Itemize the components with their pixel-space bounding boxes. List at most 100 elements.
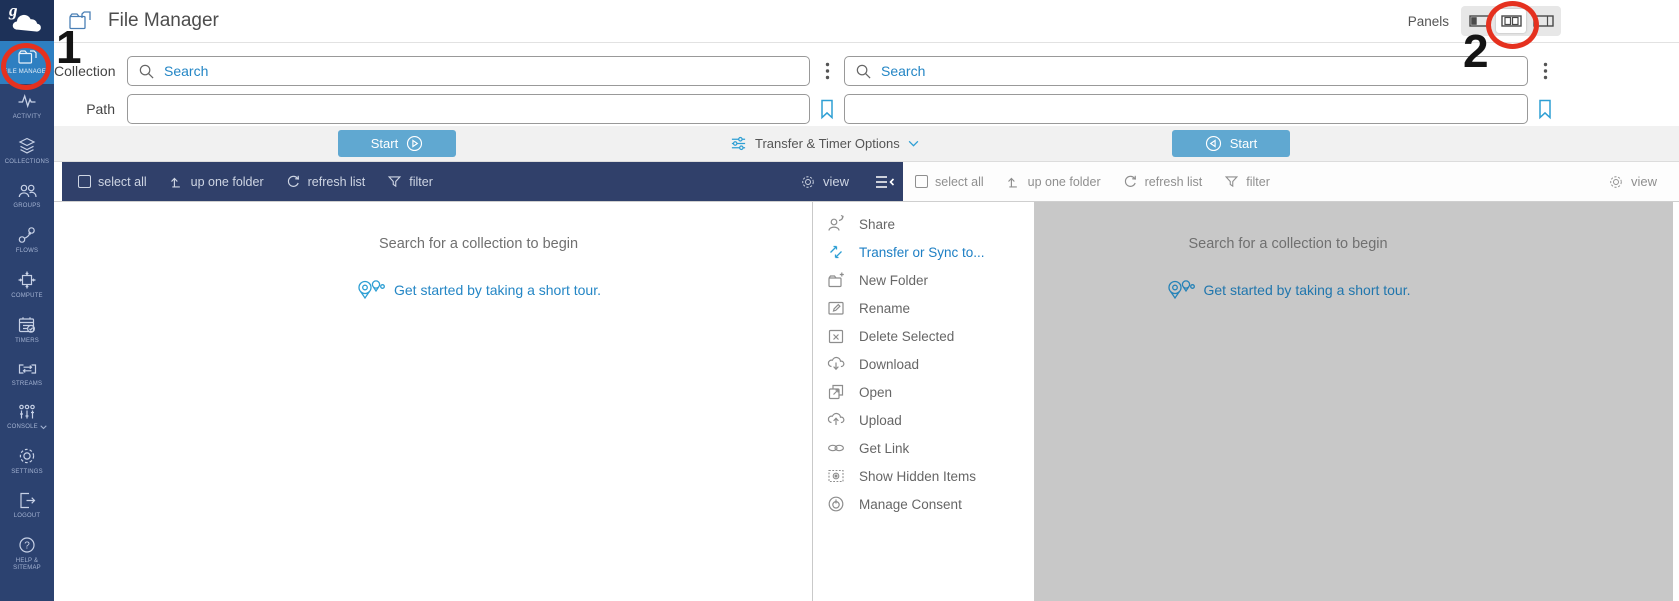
collapse-menu-button[interactable] <box>875 174 895 190</box>
bookmark-icon <box>1537 99 1553 120</box>
sidebar-item-label: GROUPS <box>13 203 40 210</box>
tour-link-right[interactable]: Get started by taking a short tour. <box>1166 278 1411 302</box>
new-folder-icon <box>826 270 846 290</box>
content-row: Search for a collection to begin Get sta… <box>54 202 1679 601</box>
sidebar-item-streams[interactable]: STREAMS <box>0 353 54 396</box>
delete-icon <box>826 326 846 346</box>
start-transfer-left-button[interactable]: Start <box>338 130 456 157</box>
dual-panel-button[interactable] <box>1496 9 1526 33</box>
view-label: view <box>823 174 849 189</box>
tour-pins-icon <box>356 278 386 302</box>
sidebar-item-logout[interactable]: LOGOUT <box>0 484 54 528</box>
sidebar-item-collections[interactable]: COLLECTIONS <box>0 129 54 174</box>
sidebar-item-compute[interactable]: COMPUTE <box>0 263 54 308</box>
menu-item-download[interactable]: Download <box>813 350 1034 378</box>
menu-item-share[interactable]: Share <box>813 210 1034 238</box>
toolbar-row: select all up one folder refresh list fi… <box>54 162 1679 202</box>
transfer-timer-options[interactable]: Transfer & Timer Options <box>730 126 919 161</box>
menu-item-upload[interactable]: Upload <box>813 406 1034 434</box>
toolbar-right: select all up one folder refresh list fi… <box>903 162 1679 201</box>
menu-item-manage-consent[interactable]: Manage Consent <box>813 490 1034 518</box>
sidebar-item-groups[interactable]: GROUPS <box>0 174 54 218</box>
view-button-left[interactable]: view <box>800 174 849 190</box>
select-all-checkbox[interactable] <box>915 175 928 188</box>
bookmark-button-left[interactable] <box>810 99 844 120</box>
globus-logo[interactable]: g <box>0 0 54 41</box>
select-all-left[interactable]: select all <box>78 175 147 189</box>
up-one-folder-left[interactable]: up one folder <box>169 174 264 189</box>
collection-search-input-right[interactable] <box>844 56 1528 86</box>
refresh-icon <box>286 174 301 189</box>
sidebar-item-timers[interactable]: TIMERS <box>0 308 54 353</box>
up-one-folder-label: up one folder <box>191 175 264 189</box>
page-title: File Manager <box>108 10 219 32</box>
bookmark-icon <box>819 99 835 120</box>
empty-state-title: Search for a collection to begin <box>1188 236 1387 252</box>
menu-item-new-folder[interactable]: New Folder <box>813 266 1034 294</box>
groups-icon <box>17 181 38 200</box>
header: File Manager Panels <box>54 0 1679 43</box>
main-area: File Manager Panels <box>54 0 1679 601</box>
collection-menu-button-right[interactable] <box>1528 62 1562 80</box>
tour-link-label: Get started by taking a short tour. <box>1204 282 1411 298</box>
logout-icon <box>17 491 37 510</box>
path-input-right[interactable] <box>844 94 1528 124</box>
sidebar-item-label: LOGOUT <box>14 513 41 520</box>
gear-icon <box>800 174 816 190</box>
scrollbar-gutter <box>1673 202 1679 601</box>
menu-item-label: Delete Selected <box>859 329 954 344</box>
menu-item-label: Get Link <box>859 441 909 456</box>
panels-label: Panels <box>1408 14 1449 29</box>
menu-item-transfer-or-sync[interactable]: Transfer or Sync to... <box>813 238 1034 266</box>
menu-item-rename[interactable]: Rename <box>813 294 1034 322</box>
single-panel-button[interactable] <box>1464 9 1494 33</box>
up-one-folder-icon <box>1006 174 1021 189</box>
refresh-list-right[interactable]: refresh list <box>1123 174 1203 189</box>
view-button-right[interactable]: view <box>1608 174 1657 190</box>
file-manager-icon <box>68 10 94 32</box>
menu-item-get-link[interactable]: Get Link <box>813 434 1034 462</box>
logo-letter: g <box>9 1 18 21</box>
up-one-folder-right[interactable]: up one folder <box>1006 174 1101 189</box>
filter-icon <box>1224 174 1239 189</box>
bookmark-button-right[interactable] <box>1528 99 1562 120</box>
sidebar-item-settings[interactable]: SETTINGS <box>0 439 54 484</box>
panel-layout-toggle <box>1461 6 1561 36</box>
tour-link-left[interactable]: Get started by taking a short tour. <box>356 278 601 302</box>
start-transfer-right-button[interactable]: Start <box>1172 130 1290 157</box>
sidebar-item-file-manager[interactable]: FILE MANAGER <box>0 41 54 84</box>
empty-state-title: Search for a collection to begin <box>379 236 578 252</box>
split-panel-button[interactable] <box>1528 9 1558 33</box>
menu-item-label: Share <box>859 217 895 232</box>
filter-left[interactable]: filter <box>387 174 433 189</box>
refresh-icon <box>1123 174 1138 189</box>
up-one-folder-icon <box>169 174 184 189</box>
sidebar-item-label: ACTIVITY <box>13 114 42 121</box>
menu-item-open[interactable]: Open <box>813 378 1034 406</box>
menu-item-show-hidden-items[interactable]: Show Hidden Items <box>813 462 1034 490</box>
collection-search-input-left[interactable] <box>127 56 810 86</box>
collection-menu-button-left[interactable] <box>810 62 844 80</box>
rename-icon <box>826 298 846 318</box>
toolbar-left: select all up one folder refresh list fi… <box>62 162 903 201</box>
sidebar-item-console[interactable]: CONSOLE <box>0 396 54 439</box>
menu-item-delete-selected[interactable]: Delete Selected <box>813 322 1034 350</box>
sidebar-item-label: STREAMS <box>12 381 42 388</box>
sidebar-item-activity[interactable]: ACTIVITY <box>0 84 54 129</box>
filter-right[interactable]: filter <box>1224 174 1270 189</box>
svg-text:?: ? <box>24 541 30 552</box>
sidebar-item-flows[interactable]: FLOWS <box>0 218 54 263</box>
path-input-left[interactable] <box>127 94 810 124</box>
menu-collapse-icon <box>875 174 895 190</box>
get-link-icon <box>826 438 846 458</box>
menu-item-label: Rename <box>859 301 910 316</box>
share-icon <box>826 214 846 234</box>
menu-item-label: Download <box>859 357 919 372</box>
select-all-checkbox[interactable] <box>78 175 91 188</box>
select-all-right[interactable]: select all <box>915 175 984 189</box>
refresh-list-label: refresh list <box>1145 175 1203 189</box>
sidebar-item-help-sitemap[interactable]: ? HELP & SITEMAP <box>0 528 54 580</box>
split-panel-icon <box>1533 15 1554 27</box>
refresh-list-left[interactable]: refresh list <box>286 174 366 189</box>
menu-item-label: Open <box>859 385 892 400</box>
